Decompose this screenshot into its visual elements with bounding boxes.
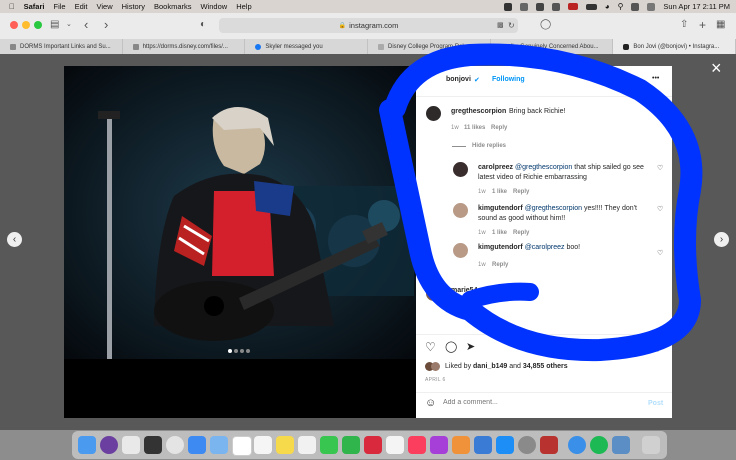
mail-icon[interactable] bbox=[188, 436, 206, 454]
app-icon[interactable] bbox=[474, 436, 492, 454]
reminders-icon[interactable] bbox=[254, 436, 272, 454]
safari-downloads-icon[interactable] bbox=[568, 436, 586, 454]
chrome-icon[interactable] bbox=[166, 436, 184, 454]
photo-booth-icon[interactable] bbox=[364, 436, 382, 454]
preview-icon[interactable] bbox=[612, 436, 630, 454]
safari-icon[interactable] bbox=[210, 436, 228, 454]
facetime-icon[interactable] bbox=[342, 436, 360, 454]
close-icon[interactable]: × bbox=[711, 58, 722, 78]
messages-icon[interactable] bbox=[320, 436, 338, 454]
launchpad-icon[interactable] bbox=[122, 436, 140, 454]
trash-icon[interactable] bbox=[642, 436, 660, 454]
siri-icon[interactable] bbox=[100, 436, 118, 454]
calendar-icon[interactable] bbox=[232, 436, 252, 456]
books-icon[interactable] bbox=[452, 436, 470, 454]
news-icon[interactable] bbox=[386, 436, 404, 454]
photos-icon[interactable] bbox=[298, 436, 316, 454]
mission-control-icon[interactable] bbox=[144, 436, 162, 454]
finder-icon[interactable] bbox=[78, 436, 96, 454]
podcasts-icon[interactable] bbox=[430, 436, 448, 454]
notes-icon[interactable] bbox=[276, 436, 294, 454]
next-post-button[interactable]: › bbox=[714, 232, 729, 247]
spotify-icon[interactable] bbox=[590, 436, 608, 454]
blue-scribble-annotation bbox=[379, 43, 703, 362]
app-store-icon[interactable] bbox=[496, 436, 514, 454]
music-icon[interactable] bbox=[408, 436, 426, 454]
dock bbox=[0, 430, 736, 460]
dictionary-icon[interactable] bbox=[540, 436, 558, 454]
dock-shelf bbox=[72, 431, 667, 459]
prev-post-button[interactable]: ‹ bbox=[7, 232, 22, 247]
system-preferences-icon[interactable] bbox=[518, 436, 536, 454]
